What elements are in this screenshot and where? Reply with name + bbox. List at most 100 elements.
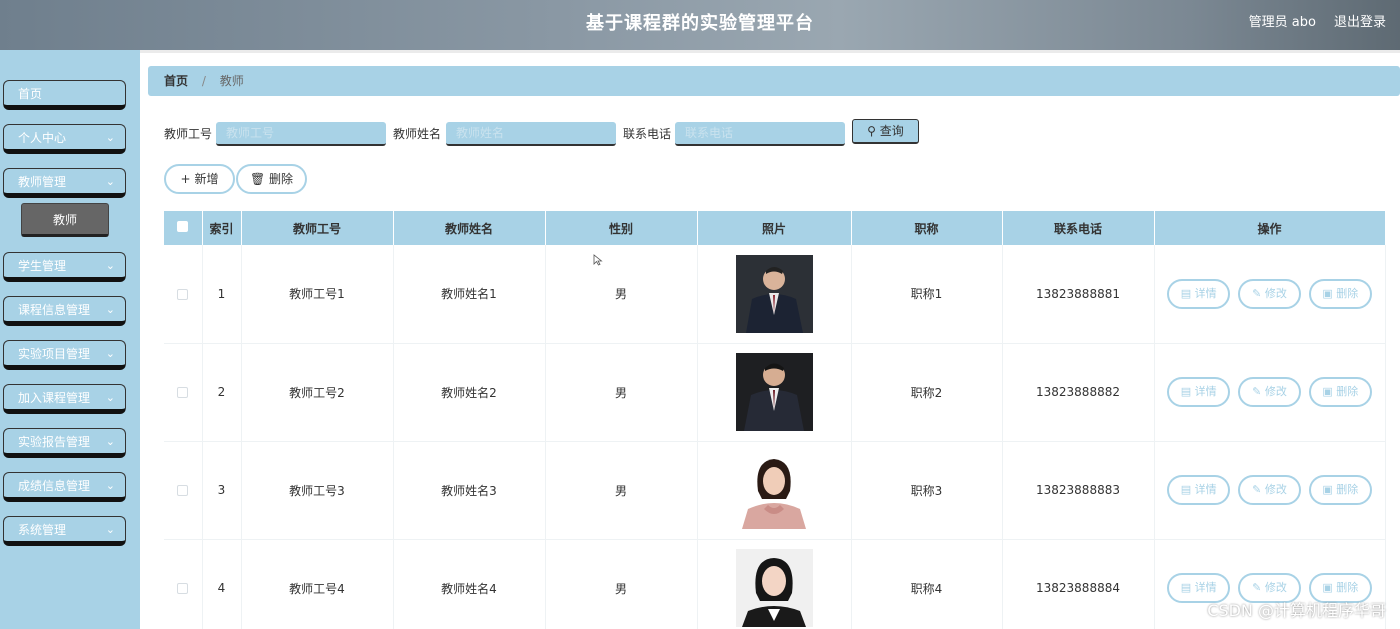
cell-phone: 13823888881	[1002, 245, 1155, 344]
phone-input[interactable]	[675, 122, 845, 146]
sidebar-item-student-management[interactable]: 学生管理 ⌄	[3, 252, 126, 282]
row-checkbox-cell[interactable]	[164, 539, 203, 629]
delete-button[interactable]: ▣ 删除	[1308, 475, 1372, 505]
sidebar-item-label: 成绩信息管理	[18, 479, 91, 493]
teacher-no-input[interactable]	[216, 122, 386, 146]
cell-teacher-name: 教师姓名4	[393, 539, 546, 629]
delete-button-label: 删除	[269, 172, 294, 186]
cell-actions: ▤ 详情 ✎ 修改 ▣ 删除	[1154, 441, 1386, 540]
row-checkbox-cell[interactable]	[164, 441, 203, 540]
sidebar-item-personal-center[interactable]: 个人中心 ⌄	[3, 124, 126, 154]
delete-button-label: 删除	[1336, 385, 1359, 398]
add-button[interactable]: + 新增	[164, 164, 235, 194]
teacher-photo[interactable]	[735, 353, 813, 431]
sidebar-item-grade-info[interactable]: 成绩信息管理 ⌄	[3, 472, 126, 502]
cell-title: 职称1	[851, 245, 1003, 344]
trash-icon: ▣	[1322, 286, 1333, 300]
row-checkbox[interactable]	[177, 288, 189, 300]
cell-index: 3	[202, 441, 242, 540]
cell-index: 2	[202, 343, 242, 442]
edit-button[interactable]: ✎ 修改	[1238, 377, 1301, 407]
chevron-down-icon: ⌄	[105, 523, 115, 536]
sidebar-item-label: 首页	[18, 87, 43, 101]
cell-phone: 13823888884	[1002, 539, 1155, 629]
detail-button-label: 详情	[1194, 385, 1217, 398]
row-checkbox[interactable]	[177, 387, 189, 398]
cell-gender: 男	[545, 245, 698, 344]
batch-delete-button[interactable]: 🗑 删除	[236, 164, 307, 194]
breadcrumb-separator: /	[201, 74, 206, 88]
trash-icon: 🗑	[249, 172, 266, 186]
pencil-icon: ✎	[1252, 385, 1262, 398]
sidebar: 首页 个人中心 ⌄ 教师管理 ⌄ 教师 学生管理 ⌄ 课程信息管理 ⌄ 实验项目…	[0, 50, 140, 629]
delete-button[interactable]: ▣ 删除	[1308, 377, 1372, 407]
logout-link[interactable]: 退出登录	[1334, 11, 1386, 30]
sidebar-item-join-course[interactable]: 加入课程管理 ⌄	[3, 384, 126, 414]
teacher-name-input[interactable]	[446, 122, 616, 146]
sidebar-item-home[interactable]: 首页	[3, 80, 126, 110]
detail-button-label: 详情	[1194, 581, 1217, 594]
sidebar-item-course-info[interactable]: 课程信息管理 ⌄	[3, 296, 126, 326]
header-teacher-name: 教师姓名	[393, 211, 546, 245]
delete-button[interactable]: ▣ 删除	[1308, 278, 1372, 309]
header-photo: 照片	[697, 211, 852, 245]
row-checkbox[interactable]	[177, 485, 189, 496]
chevron-down-icon: ⌄	[105, 175, 115, 188]
cell-actions: ▤ 详情 ✎ 修改 ▣ 删除	[1154, 245, 1386, 344]
row-checkbox-cell[interactable]	[164, 245, 203, 344]
document-icon: ▤	[1180, 581, 1192, 594]
delete-button-label: 删除	[1336, 483, 1359, 496]
table-row: 2 教师工号2 教师姓名2 男 职称2 13823888882 ▤ 详情 ✎ 修…	[164, 343, 1386, 442]
mouse-cursor-icon	[593, 254, 603, 266]
edit-button[interactable]: ✎ 修改	[1238, 278, 1301, 309]
sidebar-item-label: 教师管理	[18, 175, 67, 189]
cell-teacher-no: 教师工号1	[241, 245, 394, 344]
chevron-down-icon: ⌄	[105, 131, 115, 144]
cell-index: 4	[202, 539, 242, 629]
sidebar-item-label: 个人中心	[18, 131, 67, 145]
query-button-label: 查询	[879, 124, 904, 138]
sidebar-item-label: 实验报告管理	[18, 435, 91, 449]
sidebar-item-experiment-project[interactable]: 实验项目管理 ⌄	[3, 340, 126, 370]
breadcrumb: 首页 / 教师	[148, 66, 1400, 96]
detail-button[interactable]: ▤ 详情	[1167, 475, 1231, 505]
select-all-checkbox[interactable]	[177, 221, 189, 232]
watermark: CSDN @计算机程序华哥	[1207, 601, 1386, 620]
delete-button-label: 删除	[1336, 581, 1359, 594]
add-button-label: 新增	[194, 172, 219, 186]
cell-photo	[697, 343, 852, 442]
table-row: 3 教师工号3 教师姓名3 男 职称3 13823888883 ▤ 详情 ✎ 修…	[164, 441, 1386, 540]
cell-photo	[697, 441, 852, 540]
sidebar-item-teacher-management[interactable]: 教师管理 ⌄	[3, 168, 126, 198]
delete-button-label: 删除	[1336, 286, 1359, 300]
row-checkbox[interactable]	[177, 583, 189, 594]
cell-teacher-name: 教师姓名2	[393, 343, 546, 442]
cell-gender: 男	[545, 343, 698, 442]
edit-button-label: 修改	[1264, 286, 1287, 300]
sidebar-item-label: 系统管理	[18, 523, 67, 537]
sidebar-item-label: 加入课程管理	[18, 391, 91, 405]
query-button[interactable]: ⚲ 查询	[852, 119, 919, 144]
header-title: 职称	[851, 211, 1003, 245]
trash-icon: ▣	[1322, 483, 1333, 496]
cell-gender: 男	[545, 441, 698, 540]
select-all-cell[interactable]	[164, 211, 203, 245]
edit-button-label: 修改	[1264, 385, 1287, 398]
sidebar-item-system-management[interactable]: 系统管理 ⌄	[3, 516, 126, 546]
chevron-down-icon: ⌄	[105, 435, 115, 448]
cell-photo	[697, 539, 852, 629]
submenu-item-teacher[interactable]: 教师	[21, 203, 109, 237]
detail-button-label: 详情	[1194, 483, 1217, 496]
sidebar-item-experiment-report[interactable]: 实验报告管理 ⌄	[3, 428, 126, 458]
chevron-down-icon: ⌄	[105, 391, 115, 404]
detail-button[interactable]: ▤ 详情	[1167, 377, 1231, 407]
cell-gender: 男	[545, 539, 698, 629]
teacher-photo[interactable]	[735, 254, 813, 333]
teacher-photo[interactable]	[735, 549, 813, 627]
detail-button[interactable]: ▤ 详情	[1167, 278, 1231, 309]
cell-title: 职称3	[851, 441, 1003, 540]
teacher-photo[interactable]	[735, 451, 813, 529]
row-checkbox-cell[interactable]	[164, 343, 203, 442]
edit-button[interactable]: ✎ 修改	[1238, 475, 1301, 505]
breadcrumb-home[interactable]: 首页	[164, 74, 188, 88]
